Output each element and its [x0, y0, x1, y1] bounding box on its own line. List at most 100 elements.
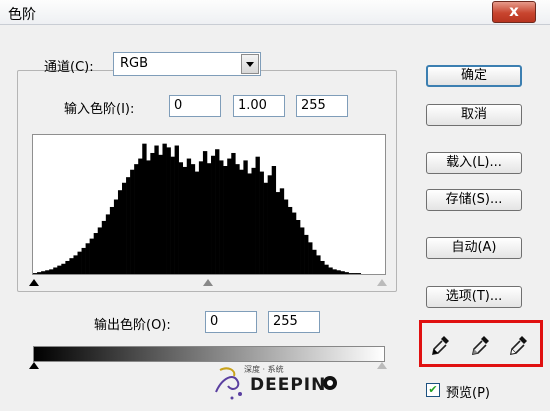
histogram-bar: [138, 158, 143, 274]
histogram-bar: [89, 238, 94, 274]
output-white-slider[interactable]: [377, 362, 387, 369]
histogram-bar: [287, 206, 293, 274]
cancel-button[interactable]: 取消: [426, 104, 522, 126]
histogram-bar: [53, 267, 58, 274]
histogram-bar: [170, 156, 175, 274]
histogram-bar: [65, 260, 70, 274]
histogram-bar: [291, 212, 297, 274]
input-gamma-field[interactable]: 1.00: [233, 95, 285, 117]
channel-value: RGB: [120, 56, 149, 71]
histogram-bar: [45, 270, 50, 274]
close-button[interactable]: x: [492, 1, 536, 23]
histogram-bar: [158, 154, 163, 274]
histogram-bar: [340, 271, 345, 274]
input-levels-label: 输入色阶(I):: [64, 102, 135, 117]
histogram-bar: [142, 143, 147, 274]
save-button[interactable]: 存储(S)...: [426, 189, 522, 211]
input-gamma-slider[interactable]: [203, 279, 213, 286]
histogram-bar: [134, 164, 139, 274]
output-white-field[interactable]: 255: [268, 311, 320, 333]
output-black-field[interactable]: 0: [205, 311, 257, 333]
histogram-bar: [206, 163, 212, 274]
histogram-bar: [150, 152, 155, 274]
chevron-down-icon[interactable]: [241, 54, 259, 74]
histogram-bar: [37, 272, 42, 274]
histogram-bar: [336, 270, 341, 274]
histogram-bar: [332, 269, 337, 274]
histogram-bar: [356, 273, 362, 274]
channel-label: 通道(C):: [44, 60, 94, 75]
histogram-bar: [166, 147, 171, 274]
histogram-bar: [271, 166, 277, 274]
histogram-bar: [85, 243, 90, 274]
histogram-bar: [113, 199, 119, 274]
histogram-panel: [32, 134, 386, 275]
histogram-bar: [223, 166, 228, 274]
histogram-bar: [154, 145, 159, 274]
histogram-bar: [122, 182, 127, 274]
title-bar: 色阶 x: [0, 0, 550, 25]
histogram-bar: [77, 251, 82, 274]
histogram-bar: [275, 192, 281, 274]
histogram-bar: [255, 156, 260, 274]
histogram-bar: [105, 214, 111, 274]
output-levels-label: 输出色阶(O):: [94, 318, 171, 333]
histogram-bar: [49, 269, 54, 274]
histogram-bar: [227, 158, 232, 274]
black-eyedropper-icon[interactable]: [430, 333, 452, 357]
histogram-bar: [174, 145, 179, 274]
histogram-bar: [267, 175, 273, 274]
preview-checkbox[interactable]: ✔: [426, 383, 440, 397]
histogram-bar: [57, 265, 62, 274]
histogram-bar: [308, 242, 313, 274]
histogram-bar: [348, 273, 353, 274]
histogram-bar: [251, 167, 256, 274]
histogram-bar: [344, 272, 349, 274]
histogram-bar: [320, 260, 325, 274]
histogram-bar: [328, 267, 333, 274]
histogram-bar: [146, 160, 151, 274]
histogram-bar: [73, 255, 78, 274]
window-title: 色阶: [8, 7, 36, 23]
histogram-bar: [126, 177, 131, 274]
histogram-bar: [324, 264, 329, 274]
options-button[interactable]: 选项(T)...: [426, 286, 522, 308]
watermark-tagline: 深度 · 系统: [244, 365, 284, 374]
histogram-bar: [231, 152, 236, 274]
histogram-bar: [304, 234, 309, 274]
histogram-bar: [235, 164, 240, 274]
gray-eyedropper-icon[interactable]: [470, 333, 492, 357]
histogram-bar: [109, 206, 115, 274]
histogram-bar: [190, 164, 196, 274]
preview-label: 预览(P): [446, 386, 490, 401]
input-white-field[interactable]: 255: [296, 95, 348, 117]
histogram-bar: [263, 182, 268, 274]
histogram-bar: [211, 155, 216, 274]
histogram-bar: [194, 171, 200, 274]
histogram-chart: [33, 143, 362, 274]
histogram-bar: [219, 160, 224, 274]
input-black-field[interactable]: 0: [169, 95, 221, 117]
output-black-slider[interactable]: [29, 362, 39, 369]
channel-select[interactable]: RGB: [113, 52, 261, 76]
histogram-bar: [33, 273, 38, 274]
histogram-bar: [61, 263, 66, 274]
histogram-bar: [130, 169, 135, 274]
ok-button[interactable]: 确定: [426, 65, 522, 87]
histogram-bar: [352, 273, 357, 274]
input-black-slider[interactable]: [29, 279, 39, 286]
histogram-bar: [97, 227, 103, 274]
histogram-bar: [215, 149, 220, 274]
auto-button[interactable]: 自动(A): [426, 237, 522, 259]
load-button[interactable]: 载入(L)...: [426, 152, 522, 174]
output-gradient-bar: [33, 346, 385, 362]
histogram-bar: [41, 271, 46, 274]
histogram-bar: [279, 188, 285, 274]
histogram-bar: [101, 220, 107, 274]
histogram-bar: [198, 161, 204, 274]
histogram-bar: [178, 162, 184, 274]
input-white-slider[interactable]: [377, 279, 387, 286]
histogram-bar: [202, 151, 208, 274]
histogram-bar: [81, 247, 86, 274]
white-eyedropper-icon[interactable]: [508, 333, 530, 357]
